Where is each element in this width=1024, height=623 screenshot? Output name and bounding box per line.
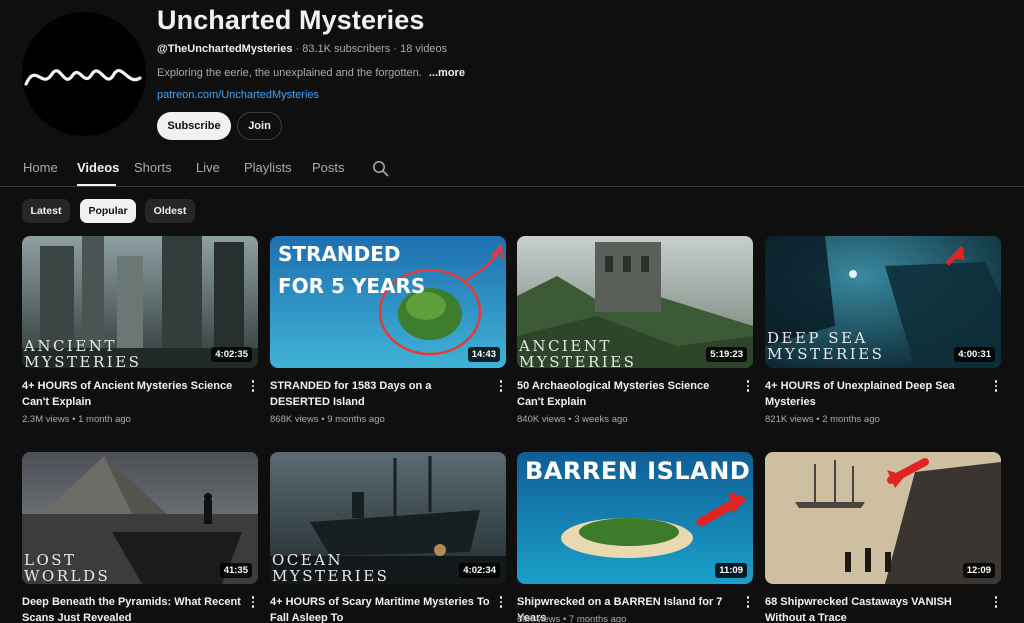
video-duration: 11:09 [715, 563, 747, 578]
video-thumbnail[interactable]: ANCIENT MYSTERIES 5:19:23 [517, 236, 753, 368]
thumbnail-overlay-text: LOST WORLDS [24, 551, 111, 584]
thumbnail-overlay-text: ANCIENT MYSTERIES [519, 337, 637, 368]
channel-meta: @TheUnchartedMysteries · 83.1K subscribe… [157, 43, 447, 55]
tab-videos[interactable]: Videos [77, 160, 119, 175]
video-duration: 14:43 [467, 347, 500, 362]
video-duration: 4:02:34 [459, 563, 500, 578]
channel-name: Uncharted Mysteries [157, 5, 425, 35]
search-icon[interactable] [372, 160, 389, 177]
thumbnail-overlay-text: BARREN ISLAND [525, 457, 751, 485]
video-title[interactable]: 4+ HOURS of Ancient Mysteries Science Ca… [22, 378, 242, 410]
video-meta: 60K views • 7 months ago [517, 614, 627, 623]
more-vert-icon[interactable] [496, 594, 506, 610]
channel-tabs: Home Videos Shorts Live Playlists Posts [0, 150, 1024, 187]
more-vert-icon[interactable] [991, 594, 1001, 610]
tab-posts[interactable]: Posts [312, 160, 345, 175]
filter-popular[interactable]: Popular [80, 199, 136, 223]
video-duration: 41:35 [219, 563, 252, 578]
video-title[interactable]: 4+ HOURS of Unexplained Deep Sea Mysteri… [765, 378, 985, 410]
filter-oldest[interactable]: Oldest [145, 199, 195, 223]
description-text: Exploring the eerie, the unexplained and… [157, 67, 422, 79]
video-thumbnail[interactable]: ANCIENT MYSTERIES 4:02:35 [22, 236, 258, 368]
filter-latest[interactable]: Latest [22, 199, 70, 223]
tab-playlists[interactable]: Playlists [244, 160, 292, 175]
join-button[interactable]: Join [237, 112, 282, 140]
video-thumbnail[interactable]: LOST WORLDS 41:35 [22, 452, 258, 584]
video-duration: 4:02:35 [211, 347, 252, 362]
channel-link[interactable]: patreon.com/UnchartedMysteries [157, 89, 319, 101]
video-title[interactable]: 4+ HOURS of Scary Maritime Mysteries To … [270, 594, 490, 623]
video-duration: 12:09 [962, 563, 995, 578]
more-link[interactable]: ...more [429, 67, 465, 79]
video-thumbnail[interactable]: STRANDED FOR 5 YEARS 14:43 [270, 236, 506, 368]
meta-separator: · [295, 43, 300, 55]
video-meta: 840K views • 3 weeks ago [517, 414, 628, 425]
video-count: 18 videos [400, 43, 448, 55]
channel-description[interactable]: Exploring the eerie, the unexplained and… [157, 67, 465, 79]
thumbnail-overlay-text: STRANDED FOR 5 YEARS [278, 242, 426, 298]
tab-shorts[interactable]: Shorts [134, 160, 172, 175]
video-title[interactable]: Deep Beneath the Pyramids: What Recent S… [22, 594, 242, 623]
more-vert-icon[interactable] [991, 378, 1001, 394]
meta-separator: · [393, 43, 398, 55]
subscribe-button[interactable]: Subscribe [157, 112, 231, 140]
channel-handle: @TheUnchartedMysteries [157, 43, 293, 55]
video-meta: 2.3M views • 1 month ago [22, 414, 131, 425]
more-vert-icon[interactable] [743, 378, 753, 394]
thumbnail-overlay-text: OCEAN MYSTERIES [272, 551, 390, 584]
tab-live[interactable]: Live [196, 160, 220, 175]
video-thumbnail[interactable]: 12:09 [765, 452, 1001, 584]
thumbnail-overlay-text: ANCIENT MYSTERIES [24, 337, 142, 368]
video-meta: 821K views • 2 months ago [765, 414, 880, 425]
video-thumbnail[interactable]: OCEAN MYSTERIES 4:02:34 [270, 452, 506, 584]
video-thumbnail[interactable]: DEEP SEA MYSTERIES 4:00:31 [765, 236, 1001, 368]
video-thumbnail[interactable]: BARREN ISLAND 11:09 [517, 452, 753, 584]
more-vert-icon[interactable] [496, 378, 506, 394]
wave-logo-icon [24, 69, 142, 86]
more-vert-icon[interactable] [743, 594, 753, 610]
subscriber-count: 83.1K subscribers [302, 43, 391, 55]
tab-home[interactable]: Home [23, 160, 58, 175]
video-title[interactable]: 50 Archaeological Mysteries Science Can'… [517, 378, 737, 410]
video-duration: 5:19:23 [706, 347, 747, 362]
video-title[interactable]: STRANDED for 1583 Days on a DESERTED Isl… [270, 378, 490, 410]
thumbnail-overlay-text: DEEP SEA MYSTERIES [767, 329, 885, 363]
video-title[interactable]: 68 Shipwrecked Castaways VANISH Without … [765, 594, 985, 623]
video-meta: 868K views • 9 months ago [270, 414, 385, 425]
active-tab-indicator [77, 184, 116, 186]
more-vert-icon[interactable] [248, 594, 258, 610]
video-duration: 4:00:31 [954, 347, 995, 362]
more-vert-icon[interactable] [248, 378, 258, 394]
channel-avatar[interactable] [22, 12, 146, 136]
